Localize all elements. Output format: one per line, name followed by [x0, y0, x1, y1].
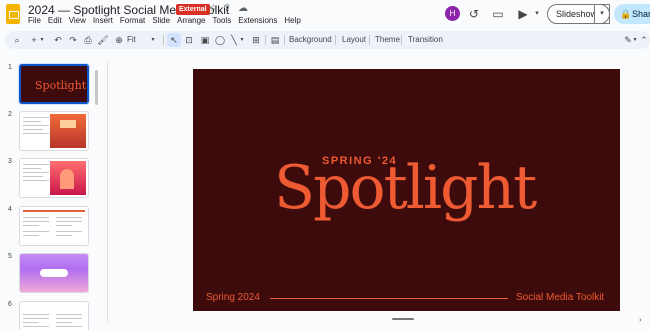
- menu-edit[interactable]: Edit: [48, 16, 62, 25]
- toolbar: ⌕ + ▾ ↶ ↷ ⎙ 🖌 ⊕ Fit ▾ ↖ ⊡ ▣ ◯ ╲ ▾ ⊞ ▤ Ba…: [5, 31, 650, 49]
- filmstrip-scrollbar[interactable]: [95, 70, 98, 105]
- comment-icon[interactable]: ▭: [490, 6, 506, 22]
- slide-thumbnail-5[interactable]: [19, 253, 89, 293]
- thumbnail-title: Spotlight: [35, 79, 87, 92]
- menu-arrange[interactable]: Arrange: [177, 16, 205, 25]
- slide-thumbnail-2[interactable]: [19, 111, 89, 151]
- slide-thumbnail-6[interactable]: [19, 301, 89, 330]
- title-bar: 2024 — Spotlight Social Media Toolkit Ex…: [0, 0, 650, 30]
- share-button[interactable]: 🔒 Share: [614, 4, 650, 24]
- menu-help[interactable]: Help: [284, 16, 300, 25]
- menu-format[interactable]: Format: [120, 16, 145, 25]
- slide-number: 1: [8, 64, 12, 71]
- lock-icon: 🔒: [620, 9, 632, 19]
- slide-thumbnail-4[interactable]: [19, 206, 89, 246]
- select-cursor-icon[interactable]: ↖: [167, 33, 181, 47]
- video-icon[interactable]: ⊞: [250, 33, 262, 47]
- avatar[interactable]: H: [445, 6, 460, 21]
- transition-button[interactable]: Transition: [408, 33, 443, 47]
- toolbar-divider: [335, 35, 336, 45]
- menu-tools[interactable]: Tools: [213, 16, 232, 25]
- toolbar-divider: [284, 35, 285, 45]
- side-panel-toggle-icon[interactable]: ›: [639, 315, 645, 324]
- menu-extensions[interactable]: Extensions: [238, 16, 277, 25]
- toolbar-divider: [369, 35, 370, 45]
- slides-logo-icon[interactable]: [6, 4, 20, 24]
- redo-icon[interactable]: ↷: [67, 33, 79, 47]
- undo-icon[interactable]: ↶: [52, 33, 64, 47]
- speaker-notes-resize-handle[interactable]: [392, 318, 414, 320]
- slide-number: 3: [8, 158, 12, 165]
- toolbar-divider: [265, 35, 266, 45]
- meet-dropdown-icon[interactable]: ▾: [529, 6, 545, 22]
- slide-footer-divider: [270, 298, 508, 299]
- menu-bar: File Edit View Insert Format Slide Arran…: [28, 16, 308, 25]
- slide-thumbnail-3[interactable]: [19, 158, 89, 198]
- zoom-dropdown-icon[interactable]: ▾: [149, 33, 157, 47]
- print-icon[interactable]: ⎙: [82, 33, 94, 47]
- background-button[interactable]: Background: [289, 33, 332, 47]
- filmstrip[interactable]: 1 Spotlight 2 3 4 5 6: [0, 52, 98, 330]
- shape-icon[interactable]: ◯: [214, 33, 226, 47]
- thumbnail-image: [50, 161, 86, 195]
- text-box-icon[interactable]: ⊡: [183, 33, 195, 47]
- slide-headline[interactable]: Spotlight: [274, 157, 537, 219]
- search-menus-icon[interactable]: ⌕: [11, 33, 23, 47]
- slide-number: 4: [8, 206, 12, 213]
- menu-slide[interactable]: Slide: [152, 16, 170, 25]
- thumbnail-image: [50, 114, 86, 148]
- share-label: Share: [632, 9, 650, 19]
- slide-thumbnail-1[interactable]: Spotlight: [19, 64, 89, 104]
- toolbar-divider: [163, 35, 164, 45]
- toolbar-divider: [401, 35, 402, 45]
- move-to-folder-icon[interactable]: ⇪: [223, 3, 231, 15]
- zoom-icon[interactable]: ⊕: [113, 33, 125, 47]
- slide-number: 2: [8, 111, 12, 118]
- add-comment-icon[interactable]: ▤: [269, 33, 281, 47]
- menu-view[interactable]: View: [69, 16, 86, 25]
- layout-button[interactable]: Layout: [342, 33, 366, 47]
- cloud-status-icon[interactable]: ☁: [238, 3, 248, 15]
- history-icon[interactable]: ↺: [466, 6, 482, 22]
- pen-dropdown-icon[interactable]: ▾: [631, 33, 639, 47]
- star-icon[interactable]: ☆: [209, 3, 218, 15]
- image-icon[interactable]: ▣: [199, 33, 211, 47]
- line-dropdown-icon[interactable]: ▾: [238, 33, 246, 47]
- slide-footer-right[interactable]: Social Media Toolkit: [516, 292, 604, 303]
- menu-insert[interactable]: Insert: [93, 16, 113, 25]
- thumbnail-pill: [40, 269, 68, 277]
- theme-button[interactable]: Theme: [375, 33, 400, 47]
- external-badge: External: [176, 4, 210, 15]
- zoom-select[interactable]: Fit: [127, 33, 136, 47]
- slide-number: 5: [8, 253, 12, 260]
- paint-format-icon[interactable]: 🖌: [97, 33, 109, 47]
- menu-file[interactable]: File: [28, 16, 41, 25]
- new-slide-dropdown-icon[interactable]: ▾: [38, 33, 46, 47]
- slide-number: 6: [8, 301, 12, 308]
- collapse-toolbar-icon[interactable]: ⌃: [639, 33, 649, 47]
- slide-footer-left[interactable]: Spring 2024: [206, 292, 260, 303]
- vertical-ruler: [107, 62, 108, 322]
